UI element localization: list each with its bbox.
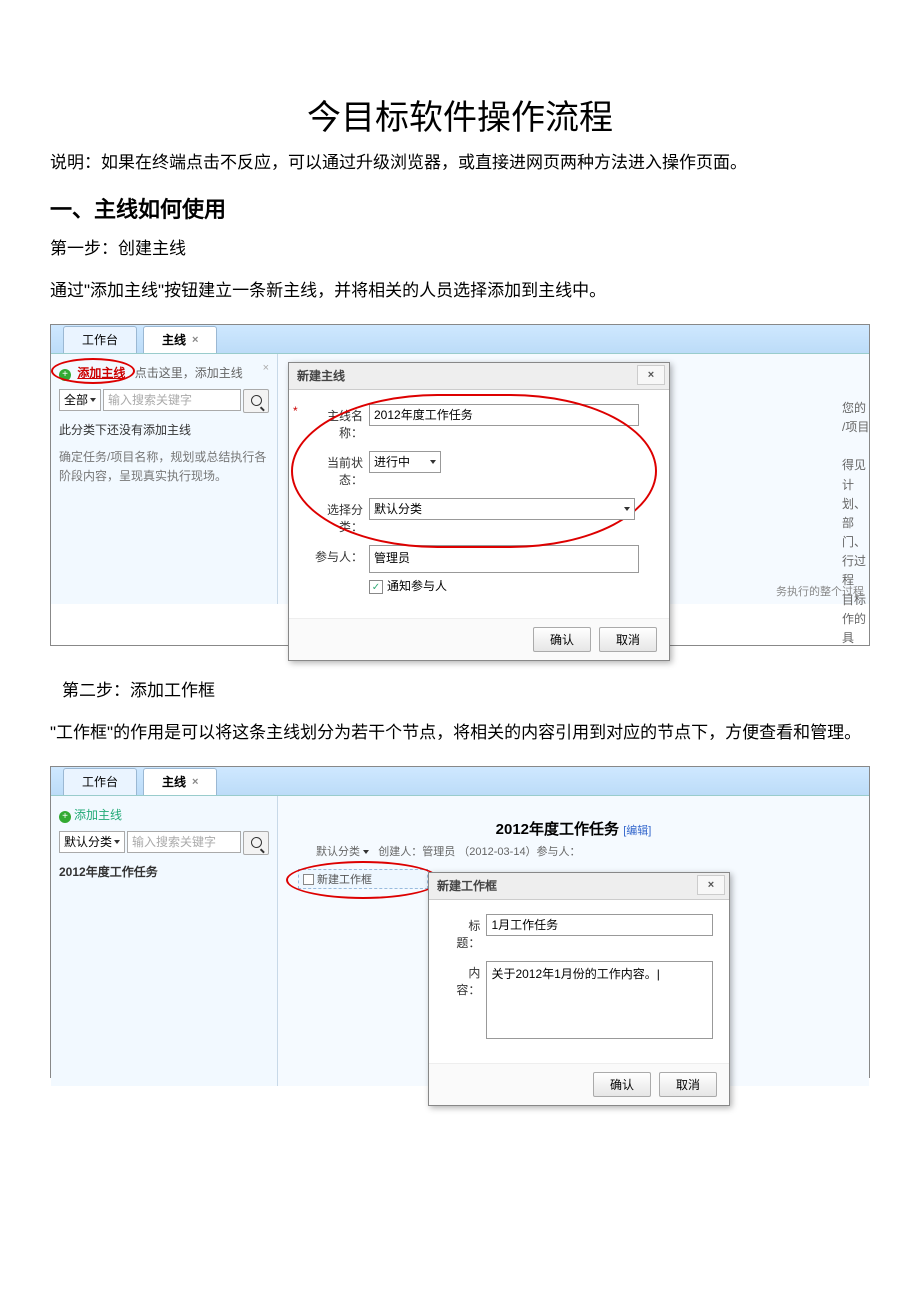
dialog-title-bar: 新建主线 ×: [289, 363, 669, 390]
category-select[interactable]: 全部: [59, 389, 101, 411]
select-value: 进行中: [374, 453, 410, 470]
doc-intro: 说明：如果在终端点击不反应，可以通过升级浏览器，或直接进网页两种方法进入操作页面…: [50, 149, 870, 178]
screenshot-2: 工作台 主线 × +添加主线 默认分类 输入搜索关键字 2012年度工作任务 20…: [50, 766, 870, 1078]
search-button[interactable]: [243, 831, 269, 855]
category-select[interactable]: 默认分类: [369, 498, 635, 520]
field-label: 选择分类：: [305, 498, 363, 535]
select-value: 默认分类: [374, 500, 422, 517]
close-icon[interactable]: ×: [192, 776, 198, 788]
step-1-desc: 通过"添加主线"按钮建立一条新主线，并将相关的人员选择添加到主线中。: [50, 277, 870, 306]
chevron-down-icon: [430, 460, 436, 464]
notify-checkbox[interactable]: ✓: [369, 580, 383, 594]
chevron-down-icon: [114, 840, 120, 844]
chevron-down-icon: [90, 398, 96, 402]
chevron-down-icon: [363, 850, 369, 854]
checkbox-label: 通知参与人: [387, 579, 447, 593]
close-icon[interactable]: ×: [192, 334, 198, 346]
plus-icon: +: [59, 369, 71, 381]
category-select[interactable]: 默认分类: [59, 831, 125, 853]
tab-workbench[interactable]: 工作台: [63, 768, 137, 795]
participants-input[interactable]: 管理员: [369, 545, 639, 573]
dialog-title-bar: 新建工作框 ×: [429, 873, 729, 900]
dialog-title: 新建主线: [297, 367, 345, 384]
tab-label: 工作台: [82, 773, 118, 790]
mainline-name-input[interactable]: 2012年度工作任务: [369, 404, 639, 426]
tab-workbench[interactable]: 工作台: [63, 326, 137, 353]
section-heading: 一、主线如何使用: [50, 192, 870, 224]
field-label: 当前状态：: [305, 451, 363, 488]
help-text: 确定任务/项目名称，规划或总结执行各阶段内容，呈现真实执行现场。: [59, 448, 269, 486]
tooltip-text: 点击这里，添加主线: [135, 366, 243, 380]
main-area: 新建主线 × *主线名称：2012年度工作任务 当前状态：进行中 选择分类：默认…: [278, 354, 869, 604]
tab-label: 工作台: [82, 331, 118, 348]
add-mainline-link[interactable]: 添加主线: [74, 808, 122, 822]
main-area: 2012年度工作任务 [编辑] 默认分类 创建人：管理员 （2012-03-14…: [278, 796, 869, 1086]
ok-button[interactable]: 确认: [593, 1072, 651, 1097]
close-button[interactable]: ×: [637, 365, 665, 385]
dialog-title: 新建工作框: [437, 877, 497, 894]
add-mainline-link[interactable]: 添加主线: [77, 366, 125, 380]
chevron-down-icon: [624, 507, 630, 511]
step-2-desc: "工作框"的作用是可以将这条主线划分为若干个节点，将相关的内容引用到对应的节点下…: [50, 719, 870, 748]
field-label: 参与人：: [305, 545, 363, 565]
search-input[interactable]: 输入搜索关键字: [127, 831, 241, 853]
empty-message: 此分类下还没有添加主线: [59, 421, 269, 438]
mainline-title: 2012年度工作任务 [编辑]: [288, 818, 859, 839]
tab-bar: 工作台 主线 ×: [51, 767, 869, 796]
screenshot-1: 工作台 主线 × × + 添加主线 点击这里，添加主线 全部 输入搜索关键字 此分…: [50, 324, 870, 646]
field-label: 内容：: [445, 961, 480, 998]
plus-icon: +: [59, 811, 71, 823]
search-button[interactable]: [243, 389, 269, 413]
doc-title: 今目标软件操作流程: [50, 90, 870, 139]
workbox-content-input[interactable]: 关于2012年1月份的工作内容。|: [486, 961, 713, 1039]
tab-bar: 工作台 主线 ×: [51, 325, 869, 354]
workbox-title-input[interactable]: 1月工作任务: [486, 914, 713, 936]
step-2-label: 第二步：添加工作框: [62, 676, 870, 701]
search-icon: [251, 395, 262, 406]
step-1-label: 第一步：创建主线: [50, 234, 870, 259]
select-value: 全部: [64, 391, 88, 408]
tab-label: 主线: [162, 331, 186, 348]
new-mainline-dialog: 新建主线 × *主线名称：2012年度工作任务 当前状态：进行中 选择分类：默认…: [288, 362, 670, 662]
edit-link[interactable]: [编辑]: [623, 825, 651, 837]
tab-label: 主线: [162, 773, 186, 790]
field-label: 主线名称：: [305, 404, 363, 441]
ok-button[interactable]: 确认: [533, 627, 591, 652]
mainline-meta: 默认分类 创建人：管理员 （2012-03-14）参与人：: [316, 843, 859, 859]
search-icon: [251, 837, 262, 848]
cancel-button[interactable]: 取消: [659, 1072, 717, 1097]
select-value: 默认分类: [64, 833, 112, 850]
cancel-button[interactable]: 取消: [599, 627, 657, 652]
tab-mainline[interactable]: 主线 ×: [143, 326, 217, 353]
tab-mainline[interactable]: 主线 ×: [143, 768, 217, 795]
status-select[interactable]: 进行中: [369, 451, 441, 473]
cropped-text: 您的/项目 得见计划、 部门、行过程 目标作的具: [842, 399, 872, 648]
new-workbox-button[interactable]: 新建工作框: [298, 869, 428, 889]
close-button[interactable]: ×: [697, 875, 725, 895]
mainline-item[interactable]: 2012年度工作任务: [59, 863, 269, 880]
field-label: 标题：: [445, 914, 480, 951]
new-workbox-dialog: 新建工作框 × 标题： 1月工作任务 内容：关于2012年1月份的工作内容。| 确…: [428, 872, 730, 1106]
sidebar: × + 添加主线 点击这里，添加主线 全部 输入搜索关键字 此分类下还没有添加主…: [51, 354, 278, 604]
sidebar: +添加主线 默认分类 输入搜索关键字 2012年度工作任务: [51, 796, 278, 1086]
search-input[interactable]: 输入搜索关键字: [103, 389, 241, 411]
caption-text: 务执行的整个过程: [776, 583, 864, 599]
